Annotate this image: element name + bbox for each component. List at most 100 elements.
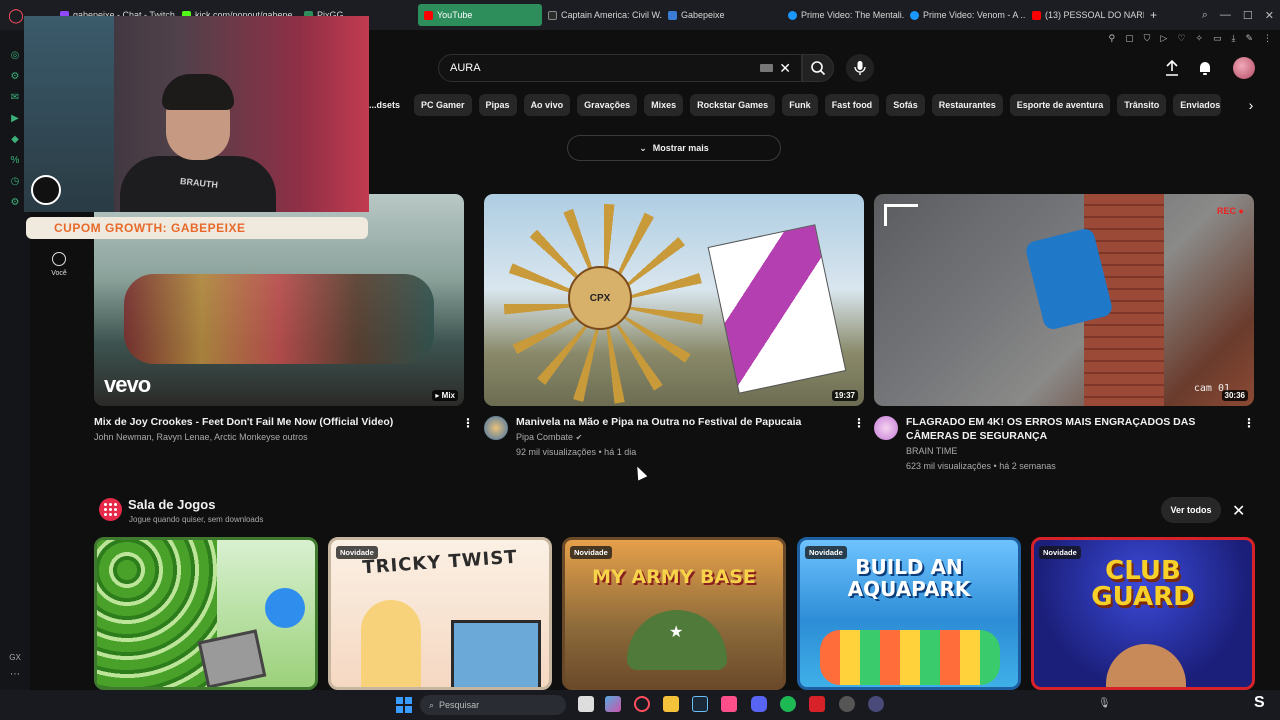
- guide-item-you[interactable]: Você: [44, 252, 74, 277]
- search-button[interactable]: [802, 54, 834, 82]
- coupon-banner: CUPOM GROWTH: GABEPEIXE: [26, 217, 368, 239]
- game-card[interactable]: Novidade BUILD AN AQUAPARK: [797, 537, 1021, 690]
- gx-control-icon[interactable]: ⚙: [11, 71, 20, 82]
- upload-icon[interactable]: [1162, 58, 1182, 78]
- tab-captain-america[interactable]: Captain America: Civil W...: [542, 4, 662, 26]
- clear-search-icon[interactable]: ✕: [779, 60, 791, 77]
- minimize-icon[interactable]: —: [1220, 9, 1231, 21]
- chip[interactable]: Pipas: [478, 94, 517, 116]
- app-x-icon[interactable]: [721, 696, 737, 712]
- search-tabs-icon[interactable]: ⌕: [1202, 9, 1208, 22]
- copilot-icon[interactable]: [605, 696, 621, 712]
- messenger-icon[interactable]: ✉: [11, 92, 19, 103]
- new-tab-button[interactable]: +: [1144, 4, 1162, 26]
- chevron-right-icon[interactable]: ›: [1240, 94, 1262, 116]
- windows-start-icon[interactable]: [396, 697, 412, 713]
- video-title[interactable]: Mix de Joy Crookes - Feet Don't Fail Me …: [94, 415, 464, 429]
- more-actions-icon[interactable]: ⋮: [462, 416, 474, 430]
- taskbar-search-input[interactable]: ⌕ Pesquisar: [420, 695, 566, 715]
- chip[interactable]: Enviados r...: [1173, 94, 1222, 116]
- video-channel[interactable]: BRAIN TIME: [906, 444, 1236, 459]
- voice-search-button[interactable]: [846, 54, 874, 82]
- close-icon[interactable]: ✕: [1232, 501, 1245, 521]
- player-icon[interactable]: ▶: [11, 113, 19, 124]
- character-head: [265, 588, 305, 628]
- play-icon[interactable]: ▷: [1160, 33, 1167, 44]
- file-explorer-icon[interactable]: [663, 696, 679, 712]
- steam-icon[interactable]: [692, 696, 708, 712]
- more-actions-icon[interactable]: ⋮: [1243, 416, 1255, 430]
- chip[interactable]: Gravações: [577, 94, 638, 116]
- settings-icon[interactable]: ⚙: [11, 197, 20, 208]
- extensions-icon[interactable]: ✧: [1195, 33, 1203, 44]
- tab-youtube[interactable]: YouTube: [418, 4, 542, 26]
- discount-icon[interactable]: %: [11, 155, 20, 166]
- video-card[interactable]: CPX 19:37: [484, 194, 864, 406]
- history-icon[interactable]: ◷: [11, 176, 20, 187]
- search-icon: ⌕: [429, 699, 435, 710]
- download-icon[interactable]: ⤓: [1231, 33, 1235, 44]
- webcam-overlay: BRAUTH: [24, 16, 369, 212]
- heart-icon[interactable]: ♡: [1177, 33, 1185, 44]
- chip[interactable]: Fast food: [824, 94, 880, 116]
- tab-youtube-narize[interactable]: (13) PESSOAL DO NARIZE...: [1026, 4, 1144, 26]
- speed-dial-icon[interactable]: ◎: [11, 50, 20, 61]
- chip[interactable]: Esporte de aventura: [1009, 94, 1111, 116]
- app-red-icon[interactable]: [809, 696, 825, 712]
- notifications-bell-icon[interactable]: [1195, 58, 1215, 78]
- chip[interactable]: Rockstar Games: [690, 94, 776, 116]
- tab-prime-mentalist[interactable]: Prime Video: The Mentali...: [782, 4, 904, 26]
- windows-taskbar: ⌕ Pesquisar 🎙 S: [0, 690, 1280, 720]
- ai-icon[interactable]: ✎: [1245, 33, 1253, 44]
- more-actions-icon[interactable]: ⋮: [853, 416, 865, 430]
- channel-avatar[interactable]: [874, 416, 898, 440]
- video-thumbnail[interactable]: CPX 19:37: [484, 194, 864, 406]
- snapshot-icon[interactable]: ▢: [1125, 33, 1134, 44]
- video-thumbnail[interactable]: REC ● cam 01 30:36: [874, 194, 1254, 406]
- youtube-icon: [1032, 10, 1041, 20]
- search-input[interactable]: AURA ✕: [438, 54, 802, 82]
- game-card[interactable]: Novidade MY ARMY BASE ★: [562, 537, 786, 690]
- spotify-icon[interactable]: [780, 696, 796, 712]
- chip[interactable]: Mixes: [644, 94, 684, 116]
- video-channel[interactable]: Pipa Combate ✔: [516, 430, 846, 445]
- obs-icon[interactable]: [839, 696, 855, 712]
- video-title[interactable]: FLAGRADO EM 4K! OS ERROS MAIS ENGRAÇADOS…: [906, 415, 1236, 443]
- tab-gabepeixe[interactable]: Gabepeixe: [662, 4, 782, 26]
- chip[interactable]: Ao vivo: [523, 94, 571, 116]
- discord-icon[interactable]: [751, 696, 767, 712]
- twitch-sidebar-icon[interactable]: ◆: [11, 134, 19, 145]
- chip[interactable]: Funk: [782, 94, 818, 116]
- wallet-icon[interactable]: ▭: [1213, 33, 1222, 44]
- show-more-button[interactable]: ⌄ Mostrar mais: [567, 135, 781, 161]
- chip[interactable]: Sofás: [886, 94, 925, 116]
- guard-face-art: [1106, 644, 1186, 687]
- shield-icon[interactable]: ⛉: [1144, 33, 1151, 44]
- pin-icon[interactable]: ⚲: [1109, 33, 1116, 44]
- see-all-button[interactable]: Ver todos: [1161, 497, 1221, 523]
- waterslide-art: [820, 630, 1000, 685]
- close-window-icon[interactable]: ✕: [1265, 9, 1274, 22]
- channel-avatar[interactable]: [484, 416, 508, 440]
- chip[interactable]: PC Gamer: [414, 94, 472, 116]
- app-arrow-icon[interactable]: [868, 696, 884, 712]
- game-card[interactable]: [94, 537, 318, 690]
- keyboard-icon[interactable]: [760, 64, 773, 72]
- game-card[interactable]: Novidade TRICKY TWIST: [328, 537, 552, 690]
- user-avatar[interactable]: [1233, 57, 1255, 79]
- maximize-icon[interactable]: ☐: [1243, 9, 1253, 22]
- chip[interactable]: Restaurantes: [931, 94, 1003, 116]
- tray-logo-icon[interactable]: S: [1254, 694, 1274, 716]
- more-options-icon[interactable]: ⋯: [10, 669, 20, 680]
- task-view-icon[interactable]: [578, 696, 594, 712]
- video-title[interactable]: Manivela na Mão e Pipa na Outra no Festi…: [516, 415, 846, 429]
- chip[interactable]: Trânsito: [1117, 94, 1167, 116]
- tab-prime-venom[interactable]: Prime Video: Venom - A ...: [904, 4, 1026, 26]
- more-icon[interactable]: ⋮: [1263, 33, 1272, 44]
- game-card[interactable]: Novidade CLUB GUARD: [1031, 537, 1255, 690]
- video-card[interactable]: REC ● cam 01 30:36: [874, 194, 1254, 406]
- video-channel[interactable]: John Newman, Ravyn Lenae, Arctic Monkeys…: [94, 430, 464, 445]
- game-title-art: BUILD AN AQUAPARK: [847, 555, 971, 601]
- microphone-icon[interactable]: 🎙: [1098, 698, 1111, 709]
- opera-gx-icon[interactable]: [634, 696, 650, 712]
